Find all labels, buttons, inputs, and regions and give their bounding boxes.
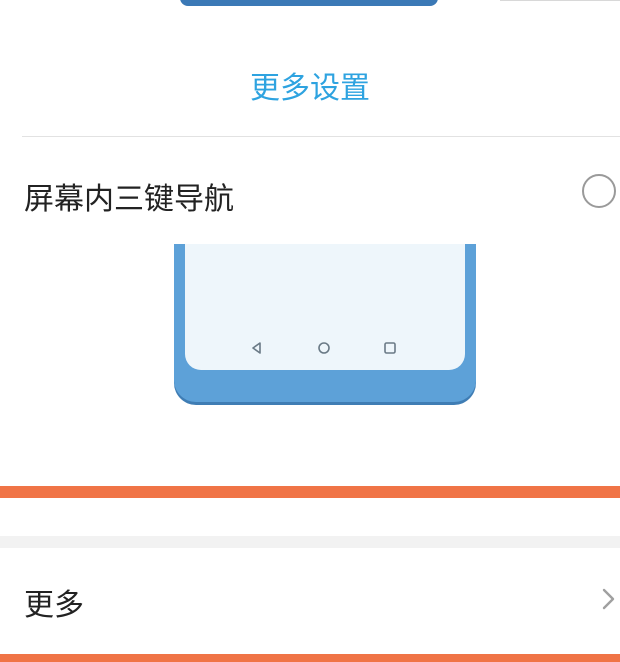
more-label: 更多: [24, 588, 84, 623]
more-settings-link[interactable]: 更多设置: [0, 62, 620, 108]
phone-screen: [185, 244, 465, 370]
triangle-back-icon: [249, 340, 265, 356]
previous-illustration-edge: [180, 0, 438, 6]
square-recents-icon: [382, 340, 398, 356]
three-key-navigation-option[interactable]: 屏幕内三键导航: [0, 160, 620, 226]
section-separator: [0, 536, 620, 548]
chevron-right-icon: [598, 584, 618, 614]
circle-home-icon: [316, 340, 332, 356]
three-key-navigation-illustration: [174, 244, 476, 406]
more-menu-item[interactable]: 更多: [0, 548, 620, 652]
more-settings-label: 更多设置: [250, 71, 370, 106]
section-divider: [22, 136, 620, 137]
three-key-navigation-label: 屏幕内三键导航: [24, 182, 234, 217]
highlight-bar-bottom: [0, 654, 620, 662]
previous-divider: [500, 0, 620, 1]
highlight-bar: [0, 486, 620, 498]
radio-unchecked-icon[interactable]: [582, 174, 616, 208]
